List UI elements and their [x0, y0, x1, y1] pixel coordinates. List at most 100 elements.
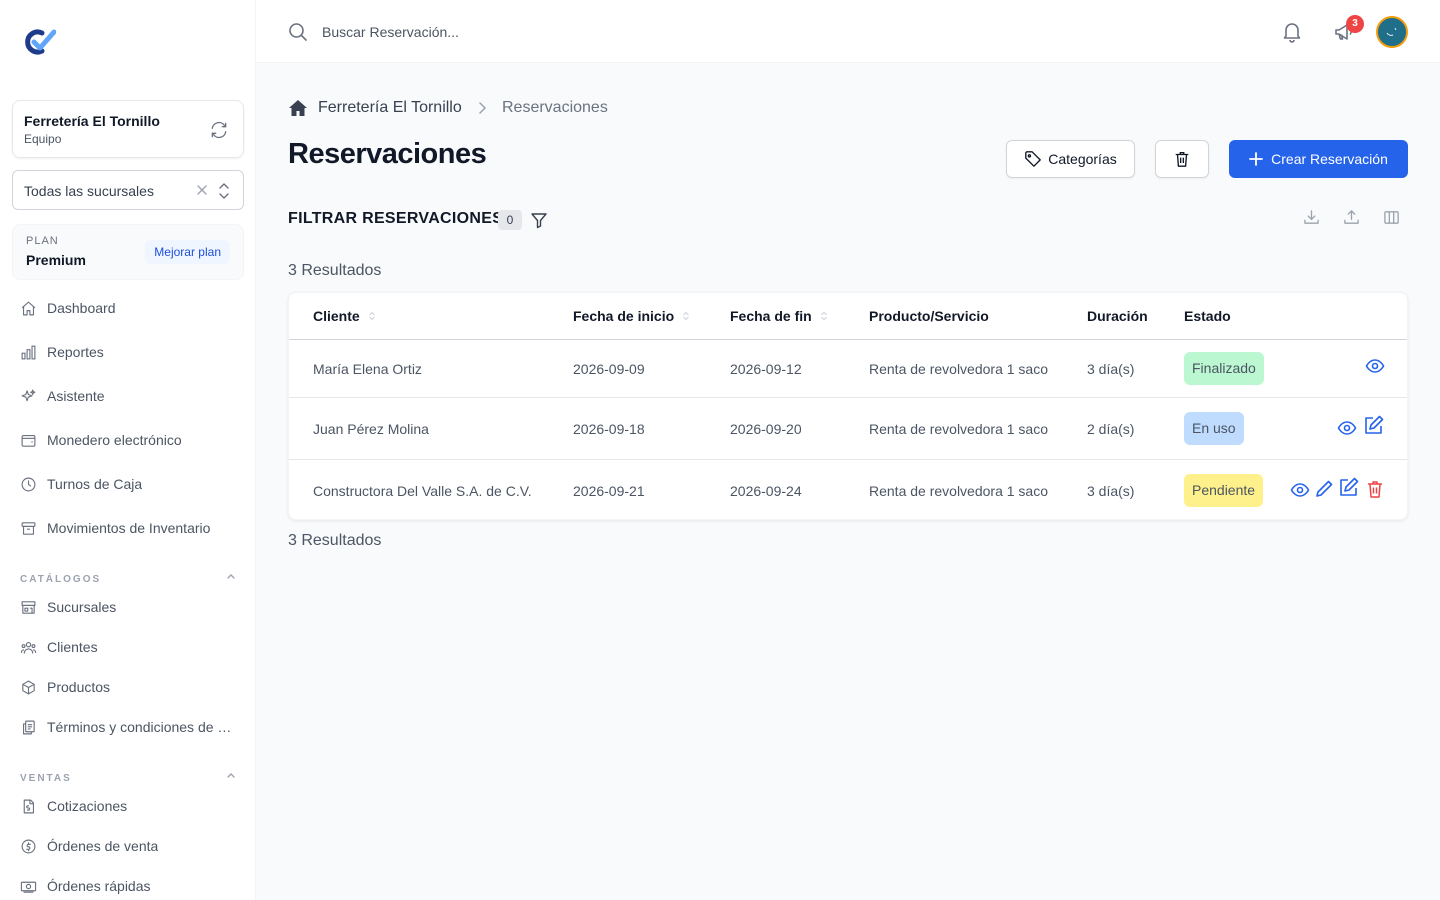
download-icon[interactable] — [1303, 209, 1320, 226]
eye-icon[interactable] — [1290, 480, 1310, 500]
team-subtitle: Equipo — [24, 132, 62, 146]
cell-fecha-fin: 2026-09-12 — [730, 361, 802, 377]
nav-item-label: Reportes — [47, 344, 104, 360]
banknotes-icon — [20, 881, 37, 893]
column-header-label: Duración — [1087, 308, 1148, 324]
cell-fecha-inicio: 2026-09-09 — [573, 361, 645, 377]
bell-icon[interactable] — [1282, 21, 1302, 43]
nav-item-label: Cotizaciones — [47, 798, 128, 814]
refresh-icon[interactable] — [209, 120, 229, 140]
cell-producto: Renta de revolvedora 1 saco — [869, 483, 1048, 499]
team-switcher[interactable]: Ferretería El Tornillo Equipo — [12, 100, 244, 158]
sidebar: Ferretería El Tornillo Equipo Todas las … — [0, 0, 256, 900]
branch-select[interactable]: Todas las sucursales — [12, 170, 244, 210]
branch-select-value: Todas las sucursales — [24, 183, 154, 199]
section-catalogos-label: CATÁLOGOS — [20, 574, 102, 585]
trash-icon[interactable] — [1365, 479, 1385, 499]
results-count-bottom: 3 Resultados — [288, 532, 382, 549]
status-badge: Finalizado — [1184, 352, 1264, 385]
breadcrumb-root[interactable]: Ferretería El Tornillo — [318, 99, 462, 117]
nav-item-monedero[interactable]: Monedero electrónico — [20, 428, 240, 452]
cell-cliente: María Elena Ortiz — [313, 361, 422, 377]
chevron-up-icon — [227, 574, 235, 579]
sort-icon — [820, 311, 827, 321]
section-catalogos[interactable]: CATÁLOGOS — [20, 569, 236, 585]
search-input[interactable] — [322, 18, 722, 46]
nav-item-turnos-caja[interactable]: Turnos de Caja — [20, 472, 240, 496]
plan-label: PLAN — [26, 235, 59, 247]
plus-icon — [1249, 152, 1264, 166]
eye-icon[interactable] — [1365, 356, 1385, 376]
nav-item-label: Órdenes de venta — [47, 838, 159, 854]
home-icon — [21, 301, 36, 315]
funnel-icon[interactable] — [530, 211, 548, 229]
cell-producto: Renta de revolvedora 1 saco — [869, 421, 1048, 437]
filter-title[interactable]: FILTRAR RESERVACIONES — [288, 210, 503, 228]
nav-item-clientes[interactable]: Clientes — [20, 635, 240, 659]
page-title: Reservaciones — [288, 138, 487, 170]
create-reservation-button[interactable]: Crear Reservación — [1229, 140, 1408, 178]
edit-square-icon[interactable] — [1338, 476, 1360, 498]
nav-item-asistente[interactable]: Asistente — [20, 384, 240, 408]
table-row: Constructora Del Valle S.A. de C.V. 2026… — [289, 460, 1407, 519]
nav-item-label: Asistente — [47, 388, 105, 404]
nav-item-label: Turnos de Caja — [47, 476, 143, 492]
upload-icon[interactable] — [1343, 209, 1360, 226]
app-logo[interactable] — [20, 26, 57, 58]
pencil-icon[interactable] — [1314, 479, 1334, 499]
status-badge: Pendiente — [1184, 474, 1264, 507]
nav-item-label: Órdenes rápidas — [47, 878, 151, 894]
bar-chart-icon — [21, 345, 36, 359]
section-ventas-label: VENTAS — [20, 773, 72, 784]
search-icon — [289, 23, 307, 41]
results-count-top: 3 Resultados — [288, 262, 382, 279]
cell-cliente: Juan Pérez Molina — [313, 421, 429, 437]
topbar: 3 — [256, 0, 1440, 63]
columns-icon[interactable] — [1383, 209, 1400, 226]
column-header-fecha-inicio[interactable]: Fecha de inicio — [573, 308, 690, 324]
sort-icon — [683, 311, 690, 321]
sort-icon — [368, 311, 375, 321]
create-reservation-label: Crear Reservación — [1271, 151, 1388, 167]
nav-item-cotizaciones[interactable]: Cotizaciones — [20, 794, 240, 818]
user-avatar[interactable] — [1376, 16, 1408, 48]
column-header-label: Estado — [1184, 308, 1231, 324]
nav-item-ordenes-venta[interactable]: Órdenes de venta — [20, 834, 240, 858]
nav-item-reportes[interactable]: Reportes — [20, 340, 240, 364]
status-badge: En uso — [1184, 412, 1244, 445]
categories-button[interactable]: Categorías — [1006, 140, 1135, 178]
column-header-label: Cliente — [313, 308, 360, 324]
column-header-duracion: Duración — [1087, 308, 1148, 324]
eye-icon[interactable] — [1337, 418, 1357, 438]
column-header-fecha-fin[interactable]: Fecha de fin — [730, 308, 828, 324]
tag-icon — [1025, 151, 1042, 167]
nav-item-dashboard[interactable]: Dashboard — [20, 296, 240, 320]
nav-item-label: Términos y condiciones de reservaciones — [47, 719, 232, 735]
nav-item-productos[interactable]: Productos — [20, 675, 240, 699]
column-header-producto: Producto/Servicio — [869, 308, 989, 324]
table-row: María Elena Ortiz 2026-09-09 2026-09-12 … — [289, 340, 1407, 398]
nav-item-movimientos-inventario[interactable]: Movimientos de Inventario — [20, 516, 240, 540]
cell-fecha-fin: 2026-09-20 — [730, 421, 802, 437]
sparkles-icon — [21, 389, 36, 401]
column-header-label: Fecha de fin — [730, 308, 812, 324]
plan-card: PLAN Premium Mejorar plan — [12, 224, 244, 280]
cell-duracion: 3 día(s) — [1087, 483, 1135, 499]
cell-producto: Renta de revolvedora 1 saco — [869, 361, 1048, 377]
edit-square-icon[interactable] — [1363, 414, 1385, 436]
reservations-table: Cliente Fecha de inicio Fecha de fin Pro… — [288, 292, 1408, 520]
nav-item-sucursales[interactable]: Sucursales — [20, 595, 240, 619]
cube-icon — [22, 680, 35, 694]
clear-icon[interactable] — [195, 183, 209, 197]
chevron-up-down-icon — [219, 183, 229, 199]
upgrade-plan-button[interactable]: Mejorar plan — [145, 240, 230, 264]
archive-box-icon — [21, 521, 36, 535]
team-name: Ferretería El Tornillo — [24, 113, 160, 129]
nav-item-terminos-condiciones[interactable]: Términos y condiciones de reservaciones — [20, 715, 240, 739]
section-ventas[interactable]: VENTAS — [20, 768, 236, 784]
home-icon[interactable] — [288, 99, 308, 117]
trash-button[interactable] — [1155, 140, 1209, 178]
nav-item-ordenes-rapidas[interactable]: Órdenes rápidas — [20, 874, 240, 898]
document-dollar-icon — [23, 799, 35, 813]
column-header-cliente[interactable]: Cliente — [313, 308, 376, 324]
